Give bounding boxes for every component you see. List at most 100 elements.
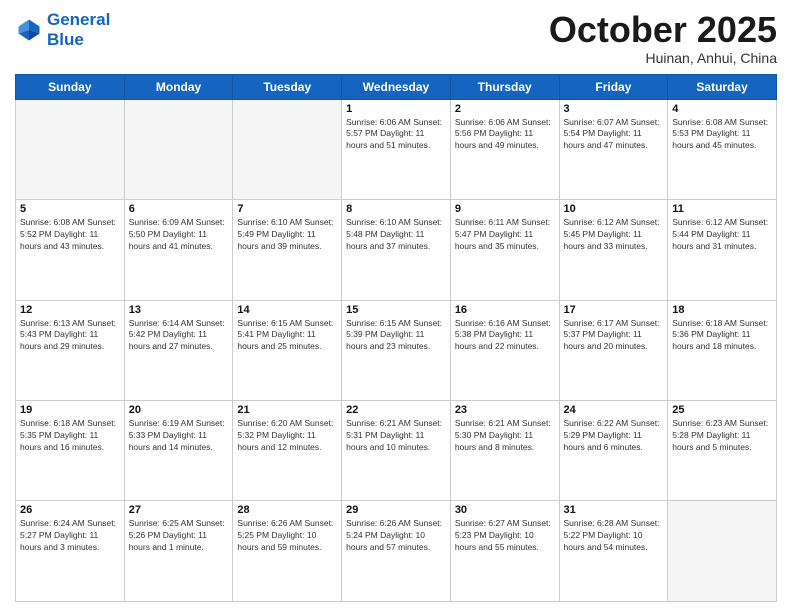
col-wednesday: Wednesday (342, 74, 451, 99)
calendar-table: Sunday Monday Tuesday Wednesday Thursday… (15, 74, 777, 602)
day-info: Sunrise: 6:16 AM Sunset: 5:38 PM Dayligh… (455, 318, 555, 354)
page: General Blue October 2025 Huinan, Anhui,… (0, 0, 792, 612)
day-number: 5 (20, 203, 120, 215)
day-number: 23 (455, 404, 555, 416)
day-number: 25 (672, 404, 772, 416)
day-info: Sunrise: 6:25 AM Sunset: 5:26 PM Dayligh… (129, 518, 229, 554)
day-number: 8 (346, 203, 446, 215)
day-number: 1 (346, 103, 446, 115)
table-row: 20 Sunrise: 6:19 AM Sunset: 5:33 PM Dayli… (124, 401, 233, 501)
day-info: Sunrise: 6:12 AM Sunset: 5:45 PM Dayligh… (564, 217, 664, 253)
day-info: Sunrise: 6:15 AM Sunset: 5:41 PM Dayligh… (237, 318, 337, 354)
day-info: Sunrise: 6:27 AM Sunset: 5:23 PM Dayligh… (455, 518, 555, 554)
table-row: 5 Sunrise: 6:08 AM Sunset: 5:52 PM Daylig… (16, 200, 125, 300)
logo: General Blue (15, 10, 110, 49)
day-info: Sunrise: 6:13 AM Sunset: 5:43 PM Dayligh… (20, 318, 120, 354)
table-row: 21 Sunrise: 6:20 AM Sunset: 5:32 PM Dayli… (233, 401, 342, 501)
day-number: 30 (455, 504, 555, 516)
table-row: 12Sunrise: 6:13 AM Sunset: 5:43 PM Dayli… (16, 300, 125, 400)
table-row: 22 Sunrise: 6:21 AM Sunset: 5:31 PM Dayli… (342, 401, 451, 501)
logo-icon (15, 16, 43, 44)
table-row: 6Sunrise: 6:09 AM Sunset: 5:50 PM Daylig… (124, 200, 233, 300)
table-row: 16 Sunrise: 6:16 AM Sunset: 5:38 PM Dayli… (450, 300, 559, 400)
day-number: 18 (672, 304, 772, 316)
day-info: Sunrise: 6:22 AM Sunset: 5:29 PM Dayligh… (564, 418, 664, 454)
table-row: 24 Sunrise: 6:22 AM Sunset: 5:29 PM Dayli… (559, 401, 668, 501)
table-row: 11 Sunrise: 6:12 AM Sunset: 5:44 PM Dayli… (668, 200, 777, 300)
day-info: Sunrise: 6:08 AM Sunset: 5:53 PM Dayligh… (672, 117, 772, 153)
day-info: Sunrise: 6:21 AM Sunset: 5:31 PM Dayligh… (346, 418, 446, 454)
day-number: 7 (237, 203, 337, 215)
table-row (16, 99, 125, 199)
day-info: Sunrise: 6:11 AM Sunset: 5:47 PM Dayligh… (455, 217, 555, 253)
table-row: 25 Sunrise: 6:23 AM Sunset: 5:28 PM Dayli… (668, 401, 777, 501)
table-row: 4 Sunrise: 6:08 AM Sunset: 5:53 PM Daylig… (668, 99, 777, 199)
calendar-week-row: 19 Sunrise: 6:18 AM Sunset: 5:35 PM Dayli… (16, 401, 777, 501)
day-info: Sunrise: 6:15 AM Sunset: 5:39 PM Dayligh… (346, 318, 446, 354)
day-number: 17 (564, 304, 664, 316)
table-row: 23 Sunrise: 6:21 AM Sunset: 5:30 PM Dayli… (450, 401, 559, 501)
day-info: Sunrise: 6:28 AM Sunset: 5:22 PM Dayligh… (564, 518, 664, 554)
day-number: 29 (346, 504, 446, 516)
table-row: 30 Sunrise: 6:27 AM Sunset: 5:23 PM Dayli… (450, 501, 559, 602)
calendar-week-row: 12Sunrise: 6:13 AM Sunset: 5:43 PM Dayli… (16, 300, 777, 400)
day-number: 20 (129, 404, 229, 416)
day-number: 10 (564, 203, 664, 215)
day-number: 15 (346, 304, 446, 316)
calendar-week-row: 5 Sunrise: 6:08 AM Sunset: 5:52 PM Daylig… (16, 200, 777, 300)
table-row: 31 Sunrise: 6:28 AM Sunset: 5:22 PM Dayli… (559, 501, 668, 602)
title-block: October 2025 Huinan, Anhui, China (549, 10, 777, 66)
day-info: Sunrise: 6:12 AM Sunset: 5:44 PM Dayligh… (672, 217, 772, 253)
day-info: Sunrise: 6:19 AM Sunset: 5:33 PM Dayligh… (129, 418, 229, 454)
location-subtitle: Huinan, Anhui, China (549, 50, 777, 66)
col-friday: Friday (559, 74, 668, 99)
day-number: 24 (564, 404, 664, 416)
day-info: Sunrise: 6:21 AM Sunset: 5:30 PM Dayligh… (455, 418, 555, 454)
day-info: Sunrise: 6:08 AM Sunset: 5:52 PM Dayligh… (20, 217, 120, 253)
day-info: Sunrise: 6:06 AM Sunset: 5:56 PM Dayligh… (455, 117, 555, 153)
day-info: Sunrise: 6:26 AM Sunset: 5:24 PM Dayligh… (346, 518, 446, 554)
col-saturday: Saturday (668, 74, 777, 99)
logo-text: General Blue (47, 10, 110, 49)
day-number: 31 (564, 504, 664, 516)
day-info: Sunrise: 6:10 AM Sunset: 5:48 PM Dayligh… (346, 217, 446, 253)
table-row: 15 Sunrise: 6:15 AM Sunset: 5:39 PM Dayli… (342, 300, 451, 400)
day-info: Sunrise: 6:23 AM Sunset: 5:28 PM Dayligh… (672, 418, 772, 454)
col-tuesday: Tuesday (233, 74, 342, 99)
day-info: Sunrise: 6:18 AM Sunset: 5:36 PM Dayligh… (672, 318, 772, 354)
day-number: 22 (346, 404, 446, 416)
col-thursday: Thursday (450, 74, 559, 99)
table-row: 26 Sunrise: 6:24 AM Sunset: 5:27 PM Dayli… (16, 501, 125, 602)
day-number: 28 (237, 504, 337, 516)
day-info: Sunrise: 6:07 AM Sunset: 5:54 PM Dayligh… (564, 117, 664, 153)
table-row: 8 Sunrise: 6:10 AM Sunset: 5:48 PM Daylig… (342, 200, 451, 300)
header: General Blue October 2025 Huinan, Anhui,… (15, 10, 777, 66)
table-row (124, 99, 233, 199)
table-row: 29 Sunrise: 6:26 AM Sunset: 5:24 PM Dayli… (342, 501, 451, 602)
day-number: 4 (672, 103, 772, 115)
calendar-header-row: Sunday Monday Tuesday Wednesday Thursday… (16, 74, 777, 99)
table-row: 27 Sunrise: 6:25 AM Sunset: 5:26 PM Dayli… (124, 501, 233, 602)
day-info: Sunrise: 6:14 AM Sunset: 5:42 PM Dayligh… (129, 318, 229, 354)
table-row: 7Sunrise: 6:10 AM Sunset: 5:49 PM Daylig… (233, 200, 342, 300)
day-number: 26 (20, 504, 120, 516)
day-number: 3 (564, 103, 664, 115)
table-row: 14Sunrise: 6:15 AM Sunset: 5:41 PM Dayli… (233, 300, 342, 400)
table-row (233, 99, 342, 199)
day-number: 13 (129, 304, 229, 316)
day-number: 19 (20, 404, 120, 416)
day-number: 16 (455, 304, 555, 316)
day-info: Sunrise: 6:20 AM Sunset: 5:32 PM Dayligh… (237, 418, 337, 454)
calendar-week-row: 1 Sunrise: 6:06 AM Sunset: 5:57 PM Daylig… (16, 99, 777, 199)
table-row: 1 Sunrise: 6:06 AM Sunset: 5:57 PM Daylig… (342, 99, 451, 199)
day-info: Sunrise: 6:18 AM Sunset: 5:35 PM Dayligh… (20, 418, 120, 454)
day-number: 21 (237, 404, 337, 416)
day-number: 2 (455, 103, 555, 115)
day-number: 27 (129, 504, 229, 516)
table-row: 19 Sunrise: 6:18 AM Sunset: 5:35 PM Dayli… (16, 401, 125, 501)
table-row: 2 Sunrise: 6:06 AM Sunset: 5:56 PM Daylig… (450, 99, 559, 199)
day-info: Sunrise: 6:24 AM Sunset: 5:27 PM Dayligh… (20, 518, 120, 554)
table-row: 28Sunrise: 6:26 AM Sunset: 5:25 PM Dayli… (233, 501, 342, 602)
day-number: 11 (672, 203, 772, 215)
day-info: Sunrise: 6:06 AM Sunset: 5:57 PM Dayligh… (346, 117, 446, 153)
